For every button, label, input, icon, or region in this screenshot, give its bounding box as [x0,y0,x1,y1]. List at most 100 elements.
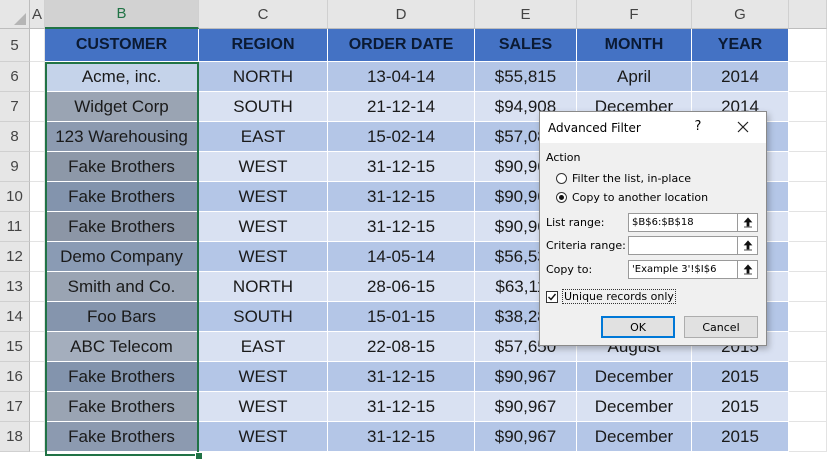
empty-cell[interactable] [30,122,45,152]
table-cell[interactable]: 2015 [692,422,789,452]
table-cell[interactable]: 31-12-15 [328,362,475,392]
radio-copy-to-location[interactable]: Copy to another location [556,191,708,204]
customer-cell[interactable]: Fake Brothers [45,422,199,452]
table-header-cell[interactable]: MONTH [577,29,692,62]
cancel-button[interactable]: Cancel [684,316,758,338]
row-header-14[interactable]: 14 [0,302,30,332]
row-header-17[interactable]: 17 [0,392,30,422]
table-cell[interactable]: 31-12-15 [328,152,475,182]
table-cell[interactable]: $90,967 [475,362,577,392]
empty-cell[interactable] [789,332,827,362]
fill-handle[interactable] [195,452,203,460]
table-header-cell[interactable]: ORDER DATE [328,29,475,62]
row-header-10[interactable]: 10 [0,182,30,212]
row-header-11[interactable]: 11 [0,212,30,242]
empty-cell[interactable] [30,62,45,92]
empty-cell[interactable] [789,29,827,62]
table-cell[interactable]: December [577,422,692,452]
customer-cell[interactable]: Fake Brothers [45,152,199,182]
customer-cell[interactable]: Foo Bars [45,302,199,332]
table-cell[interactable]: 14-05-14 [328,242,475,272]
empty-cell[interactable] [30,422,45,452]
column-header-a[interactable]: A [30,0,45,29]
table-cell[interactable]: NORTH [199,272,328,302]
row-header-18[interactable]: 18 [0,422,30,452]
column-header-e[interactable]: E [475,0,577,29]
table-cell[interactable]: WEST [199,152,328,182]
empty-cell[interactable] [789,62,827,92]
empty-cell[interactable] [789,242,827,272]
table-cell[interactable]: 2014 [692,62,789,92]
table-header-cell[interactable]: YEAR [692,29,789,62]
empty-cell[interactable] [30,92,45,122]
customer-cell[interactable]: 123 Warehousing [45,122,199,152]
customer-cell[interactable]: Demo Company [45,242,199,272]
table-cell[interactable]: $90,967 [475,392,577,422]
table-cell[interactable]: 15-02-14 [328,122,475,152]
empty-cell[interactable] [789,392,827,422]
table-cell[interactable]: December [577,362,692,392]
table-cell[interactable]: NORTH [199,62,328,92]
empty-cell[interactable] [789,302,827,332]
empty-cell[interactable] [30,362,45,392]
table-cell[interactable]: WEST [199,362,328,392]
table-cell[interactable]: SOUTH [199,92,328,122]
copy-to-input[interactable]: 'Example 3'!$I$6 [628,260,738,279]
table-cell[interactable]: WEST [199,182,328,212]
criteria-range-input[interactable] [628,236,738,255]
table-cell[interactable]: $90,967 [475,422,577,452]
empty-cell[interactable] [30,332,45,362]
customer-cell[interactable]: Fake Brothers [45,212,199,242]
row-header-16[interactable]: 16 [0,362,30,392]
unique-records-checkbox[interactable] [546,290,558,303]
empty-cell[interactable] [30,212,45,242]
table-cell[interactable]: 15-01-15 [328,302,475,332]
column-header-c[interactable]: C [199,0,328,29]
row-header-6[interactable]: 6 [0,62,30,92]
customer-cell[interactable]: Smith and Co. [45,272,199,302]
table-cell[interactable]: 31-12-15 [328,422,475,452]
table-cell[interactable]: 21-12-14 [328,92,475,122]
customer-cell[interactable]: Fake Brothers [45,182,199,212]
radio-filter-in-place[interactable]: Filter the list, in-place [556,172,691,185]
table-cell[interactable]: SOUTH [199,302,328,332]
list-range-input[interactable]: $B$6:$B$18 [628,213,738,232]
table-cell[interactable]: 31-12-15 [328,212,475,242]
row-header-12[interactable]: 12 [0,242,30,272]
empty-cell[interactable] [789,122,827,152]
table-cell[interactable]: WEST [199,392,328,422]
row-header-8[interactable]: 8 [0,122,30,152]
empty-cell[interactable] [789,152,827,182]
table-cell[interactable]: $55,815 [475,62,577,92]
close-icon[interactable] [732,117,754,137]
column-header-b[interactable]: B [45,0,199,29]
empty-cell[interactable] [30,272,45,302]
empty-cell[interactable] [30,392,45,422]
criteria-range-collapse-button[interactable] [738,236,758,255]
empty-cell[interactable] [30,302,45,332]
empty-cell[interactable] [30,182,45,212]
table-cell[interactable]: December [577,392,692,422]
list-range-collapse-button[interactable] [738,213,758,232]
table-header-cell[interactable]: CUSTOMER [45,29,199,62]
table-cell[interactable]: 28-06-15 [328,272,475,302]
table-header-cell[interactable]: REGION [199,29,328,62]
select-all-corner[interactable] [0,0,30,29]
empty-cell[interactable] [30,242,45,272]
copy-to-collapse-button[interactable] [738,260,758,279]
row-header-7[interactable]: 7 [0,92,30,122]
empty-cell[interactable] [789,422,827,452]
table-cell[interactable]: 2015 [692,362,789,392]
column-header-g[interactable]: G [692,0,789,29]
empty-cell[interactable] [30,29,45,62]
row-header-15[interactable]: 15 [0,332,30,362]
table-cell[interactable]: April [577,62,692,92]
row-header-5[interactable]: 5 [0,29,30,62]
empty-cell[interactable] [789,182,827,212]
customer-cell[interactable]: Fake Brothers [45,362,199,392]
table-header-cell[interactable]: SALES [475,29,577,62]
column-header-f[interactable]: F [577,0,692,29]
empty-cell[interactable] [789,212,827,242]
table-cell[interactable]: 31-12-15 [328,182,475,212]
radio-filter-indicator[interactable] [556,173,567,184]
